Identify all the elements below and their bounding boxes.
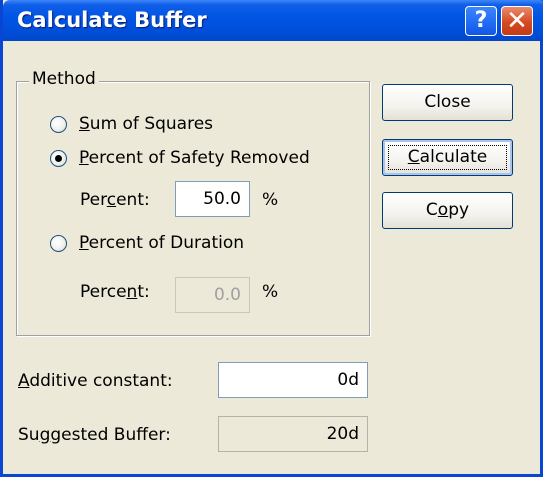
- calculate-button[interactable]: Calculate: [382, 139, 513, 176]
- close-icon: ✕: [506, 6, 528, 36]
- help-icon: ?: [474, 8, 488, 33]
- radio-percent-of-duration-label: Percent of Duration: [79, 233, 245, 253]
- radio-percent-of-safety-removed[interactable]: Percent of Safety Removed: [50, 148, 310, 168]
- radio-percent-of-safety-removed-label: Percent of Safety Removed: [79, 148, 310, 168]
- window-close-button[interactable]: ✕: [501, 6, 533, 36]
- suggested-buffer-value: 20d: [218, 416, 368, 452]
- radio-button-icon[interactable]: [50, 115, 67, 133]
- calculate-button-label: Calculate: [407, 147, 488, 167]
- safety-percent-input[interactable]: 50.0: [175, 181, 250, 217]
- additive-constant-label: Additive constant:: [18, 371, 173, 391]
- title-bar[interactable]: Calculate Buffer ? ✕: [3, 0, 543, 41]
- duration-percent-input[interactable]: 0.0: [175, 277, 250, 313]
- help-button[interactable]: ?: [465, 6, 497, 36]
- method-legend: Method: [29, 69, 99, 89]
- radio-button-icon[interactable]: [50, 234, 67, 252]
- suggested-buffer-label: Suggested Buffer:: [18, 425, 171, 445]
- window-title: Calculate Buffer: [17, 8, 207, 32]
- duration-percent-label: Percent:: [80, 282, 150, 302]
- close-button[interactable]: Close: [382, 84, 513, 121]
- safety-percent-unit: %: [262, 190, 279, 210]
- duration-percent-unit: %: [262, 282, 279, 302]
- radio-button-icon[interactable]: [50, 149, 67, 167]
- copy-button-label: Copy: [425, 200, 470, 220]
- radio-sum-of-squares-label: Sum of Squares: [79, 114, 214, 134]
- radio-sum-of-squares[interactable]: Sum of Squares: [50, 114, 213, 134]
- radio-percent-of-duration[interactable]: Percent of Duration: [50, 233, 244, 253]
- safety-percent-label: Percent:: [80, 190, 150, 210]
- copy-button[interactable]: Copy: [382, 192, 513, 229]
- additive-constant-input[interactable]: 0d: [218, 362, 368, 398]
